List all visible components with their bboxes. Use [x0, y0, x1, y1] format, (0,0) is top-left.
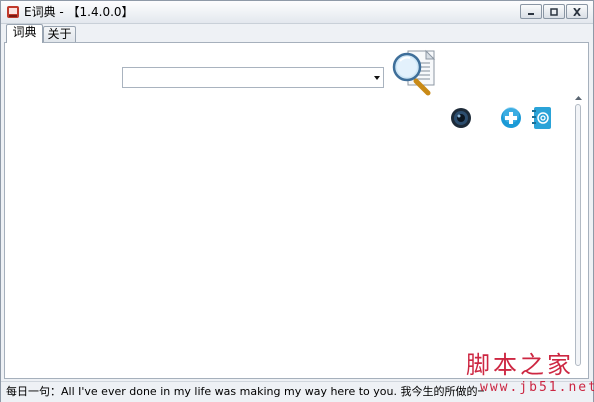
word-combobox[interactable]	[122, 67, 384, 88]
search-icon[interactable]	[390, 49, 438, 99]
address-book-icon[interactable]	[532, 106, 552, 130]
maximize-button[interactable]	[543, 4, 565, 19]
title-bar[interactable]: E词典 - 【1.4.0.0】	[1, 1, 593, 24]
watermark-url: www.jb51.net	[480, 380, 594, 395]
vertical-scrollbar[interactable]	[573, 95, 584, 377]
scroll-thumb[interactable]	[575, 104, 581, 366]
site-watermark: 脚本之家 www.jb51.net	[460, 351, 594, 399]
search-input[interactable]	[125, 69, 369, 86]
plus-icon[interactable]	[500, 107, 522, 129]
minimize-button[interactable]	[520, 4, 542, 19]
watermark-text: 脚本之家	[466, 351, 574, 379]
window-title: E词典 - 【1.4.0.0】	[24, 5, 134, 19]
chevron-down-icon[interactable]	[373, 74, 381, 82]
dictionary-panel	[4, 42, 589, 379]
tab-bar: 词典 关于	[1, 24, 593, 43]
speaker-icon[interactable]	[450, 107, 472, 129]
tab-about[interactable]: 关于	[43, 26, 76, 43]
tab-dictionary[interactable]: 词典	[6, 24, 43, 43]
app-logo-icon	[7, 6, 19, 18]
close-button[interactable]	[566, 4, 588, 19]
maximize-icon	[550, 8, 558, 16]
app-window: E词典 - 【1.4.0.0】 词典 关于 每日一句：All I've ever…	[0, 0, 594, 402]
close-icon	[573, 8, 581, 16]
window-controls	[519, 4, 588, 19]
minimize-icon	[528, 13, 534, 15]
daily-sentence: 每日一句：All I've ever done in my life was m…	[6, 385, 484, 398]
scroll-up-icon[interactable]	[575, 95, 582, 101]
